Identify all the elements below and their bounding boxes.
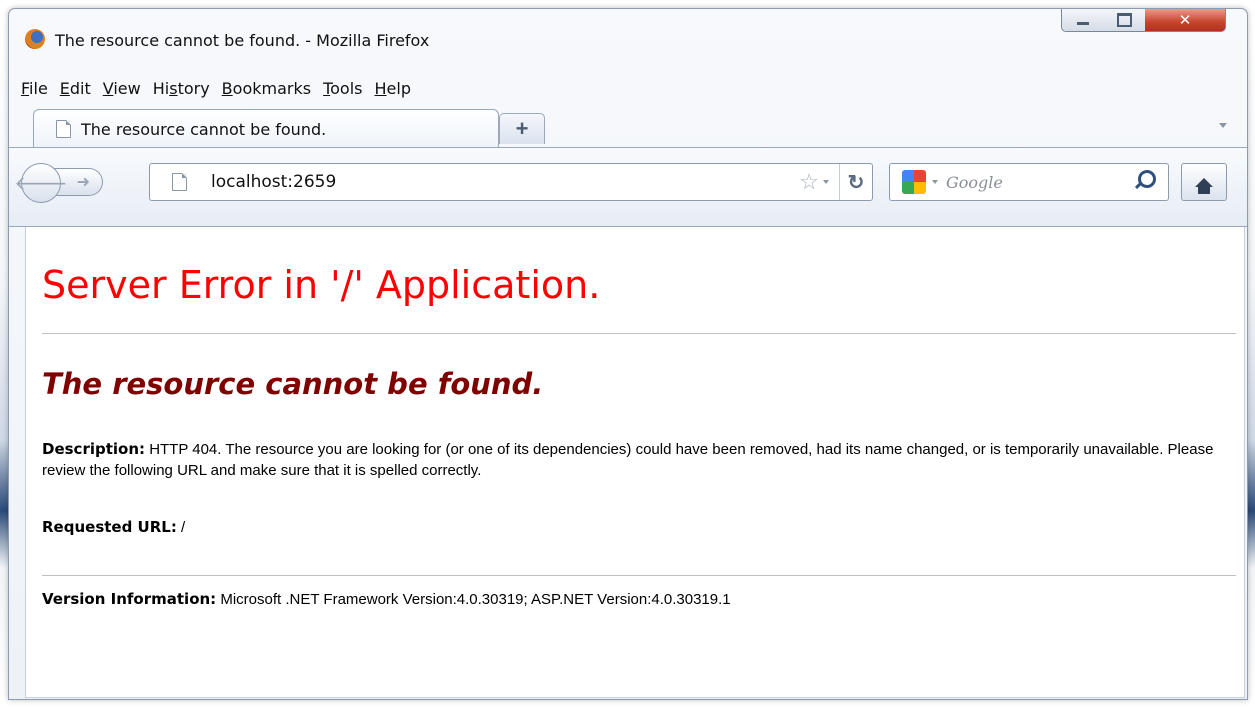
tab-active[interactable]: The resource cannot be found.: [33, 109, 499, 148]
page-icon: [56, 120, 71, 138]
search-bar[interactable]: Google: [889, 163, 1169, 201]
requested-url-value: /: [181, 519, 186, 536]
requested-url-label: Requested URL:: [42, 518, 177, 536]
menu-label: dit: [69, 79, 91, 98]
menu-label: Hi: [152, 79, 170, 98]
menu-label: tory: [177, 79, 210, 98]
divider: [42, 333, 1236, 334]
browser-window: The resource cannot be found. - Mozilla …: [8, 8, 1248, 700]
description-label: Description:: [42, 440, 146, 458]
maximize-button[interactable]: [1103, 9, 1146, 32]
address-bar-tools: ☆ ↻: [799, 164, 872, 200]
back-arrow-icon: 🡐: [14, 172, 68, 195]
new-tab-button[interactable]: +: [499, 113, 545, 144]
requested-url-paragraph: Requested URL: /: [42, 517, 1227, 538]
menu-accel: H: [374, 79, 387, 98]
minimize-icon: [1077, 21, 1089, 25]
firefox-logo-icon[interactable]: [25, 29, 45, 49]
version-text: Microsoft .NET Framework Version:4.0.303…: [220, 591, 731, 608]
title-bar[interactable]: The resource cannot be found. - Mozilla …: [9, 9, 1247, 65]
menu-file[interactable]: File: [21, 79, 48, 98]
description-text: HTTP 404. The resource you are looking f…: [42, 441, 1214, 479]
close-button[interactable]: ✕: [1145, 9, 1226, 32]
home-button[interactable]: [1181, 163, 1227, 201]
menu-accel: E: [59, 79, 70, 98]
menu-bar: File Edit View History Bookmarks Tools H…: [21, 79, 423, 98]
window-title: The resource cannot be found. - Mozilla …: [55, 31, 430, 50]
menu-label: elp: [386, 79, 411, 98]
menu-tools[interactable]: Tools: [323, 79, 362, 98]
maximize-icon: [1116, 13, 1132, 27]
divider: [42, 575, 1236, 576]
menu-help[interactable]: Help: [375, 79, 411, 98]
description-paragraph: Description: HTTP 404. The resource you …: [42, 439, 1227, 481]
version-label: Version Information:: [42, 590, 217, 608]
address-bar[interactable]: localhost:2659 ☆ ↻: [149, 163, 873, 201]
google-engine-icon[interactable]: [902, 170, 926, 194]
menu-label: iew: [113, 79, 141, 98]
engine-dropdown-icon[interactable]: [932, 180, 938, 184]
back-button[interactable]: 🡐: [14, 163, 68, 203]
search-input[interactable]: Google: [946, 173, 1003, 192]
url-text[interactable]: localhost:2659: [211, 172, 336, 192]
menu-history[interactable]: History: [153, 79, 210, 98]
back-forward-group: ➜ 🡐: [14, 163, 141, 203]
tab-label: The resource cannot be found.: [81, 119, 327, 139]
menu-accel: F: [21, 79, 30, 98]
tab-strip: The resource cannot be found. +: [9, 107, 1247, 148]
version-paragraph: Version Information: Microsoft .NET Fram…: [42, 589, 1227, 610]
tab-list-chevron-down-icon[interactable]: [1219, 123, 1227, 128]
close-icon: ✕: [1178, 11, 1192, 29]
reload-icon[interactable]: ↻: [839, 164, 872, 200]
bookmark-star-icon[interactable]: ☆: [799, 169, 819, 195]
menu-accel: B: [221, 79, 233, 98]
menu-view[interactable]: View: [103, 79, 141, 98]
home-icon: [1195, 177, 1213, 194]
menu-label: ookmarks: [232, 79, 312, 98]
search-icon[interactable]: [1138, 170, 1156, 188]
forward-arrow-icon: ➜: [76, 174, 90, 191]
page-title: Server Error in '/' Application.: [42, 263, 601, 307]
menu-bookmarks[interactable]: Bookmarks: [222, 79, 311, 98]
menu-label: ile: [29, 79, 48, 98]
menu-label: ools: [330, 79, 363, 98]
error-subtitle: The resource cannot be found.: [42, 367, 544, 401]
page-content: Server Error in '/' Application. The res…: [25, 227, 1245, 698]
minimize-button[interactable]: [1061, 9, 1105, 32]
site-identity-icon[interactable]: [172, 173, 187, 191]
menu-edit[interactable]: Edit: [60, 79, 91, 98]
history-dropdown-icon[interactable]: [823, 180, 829, 184]
menu-accel: V: [102, 79, 114, 98]
menu-accel: s: [169, 79, 178, 98]
navigation-toolbar: ➜ 🡐 localhost:2659 ☆ ↻ Google: [9, 147, 1247, 227]
